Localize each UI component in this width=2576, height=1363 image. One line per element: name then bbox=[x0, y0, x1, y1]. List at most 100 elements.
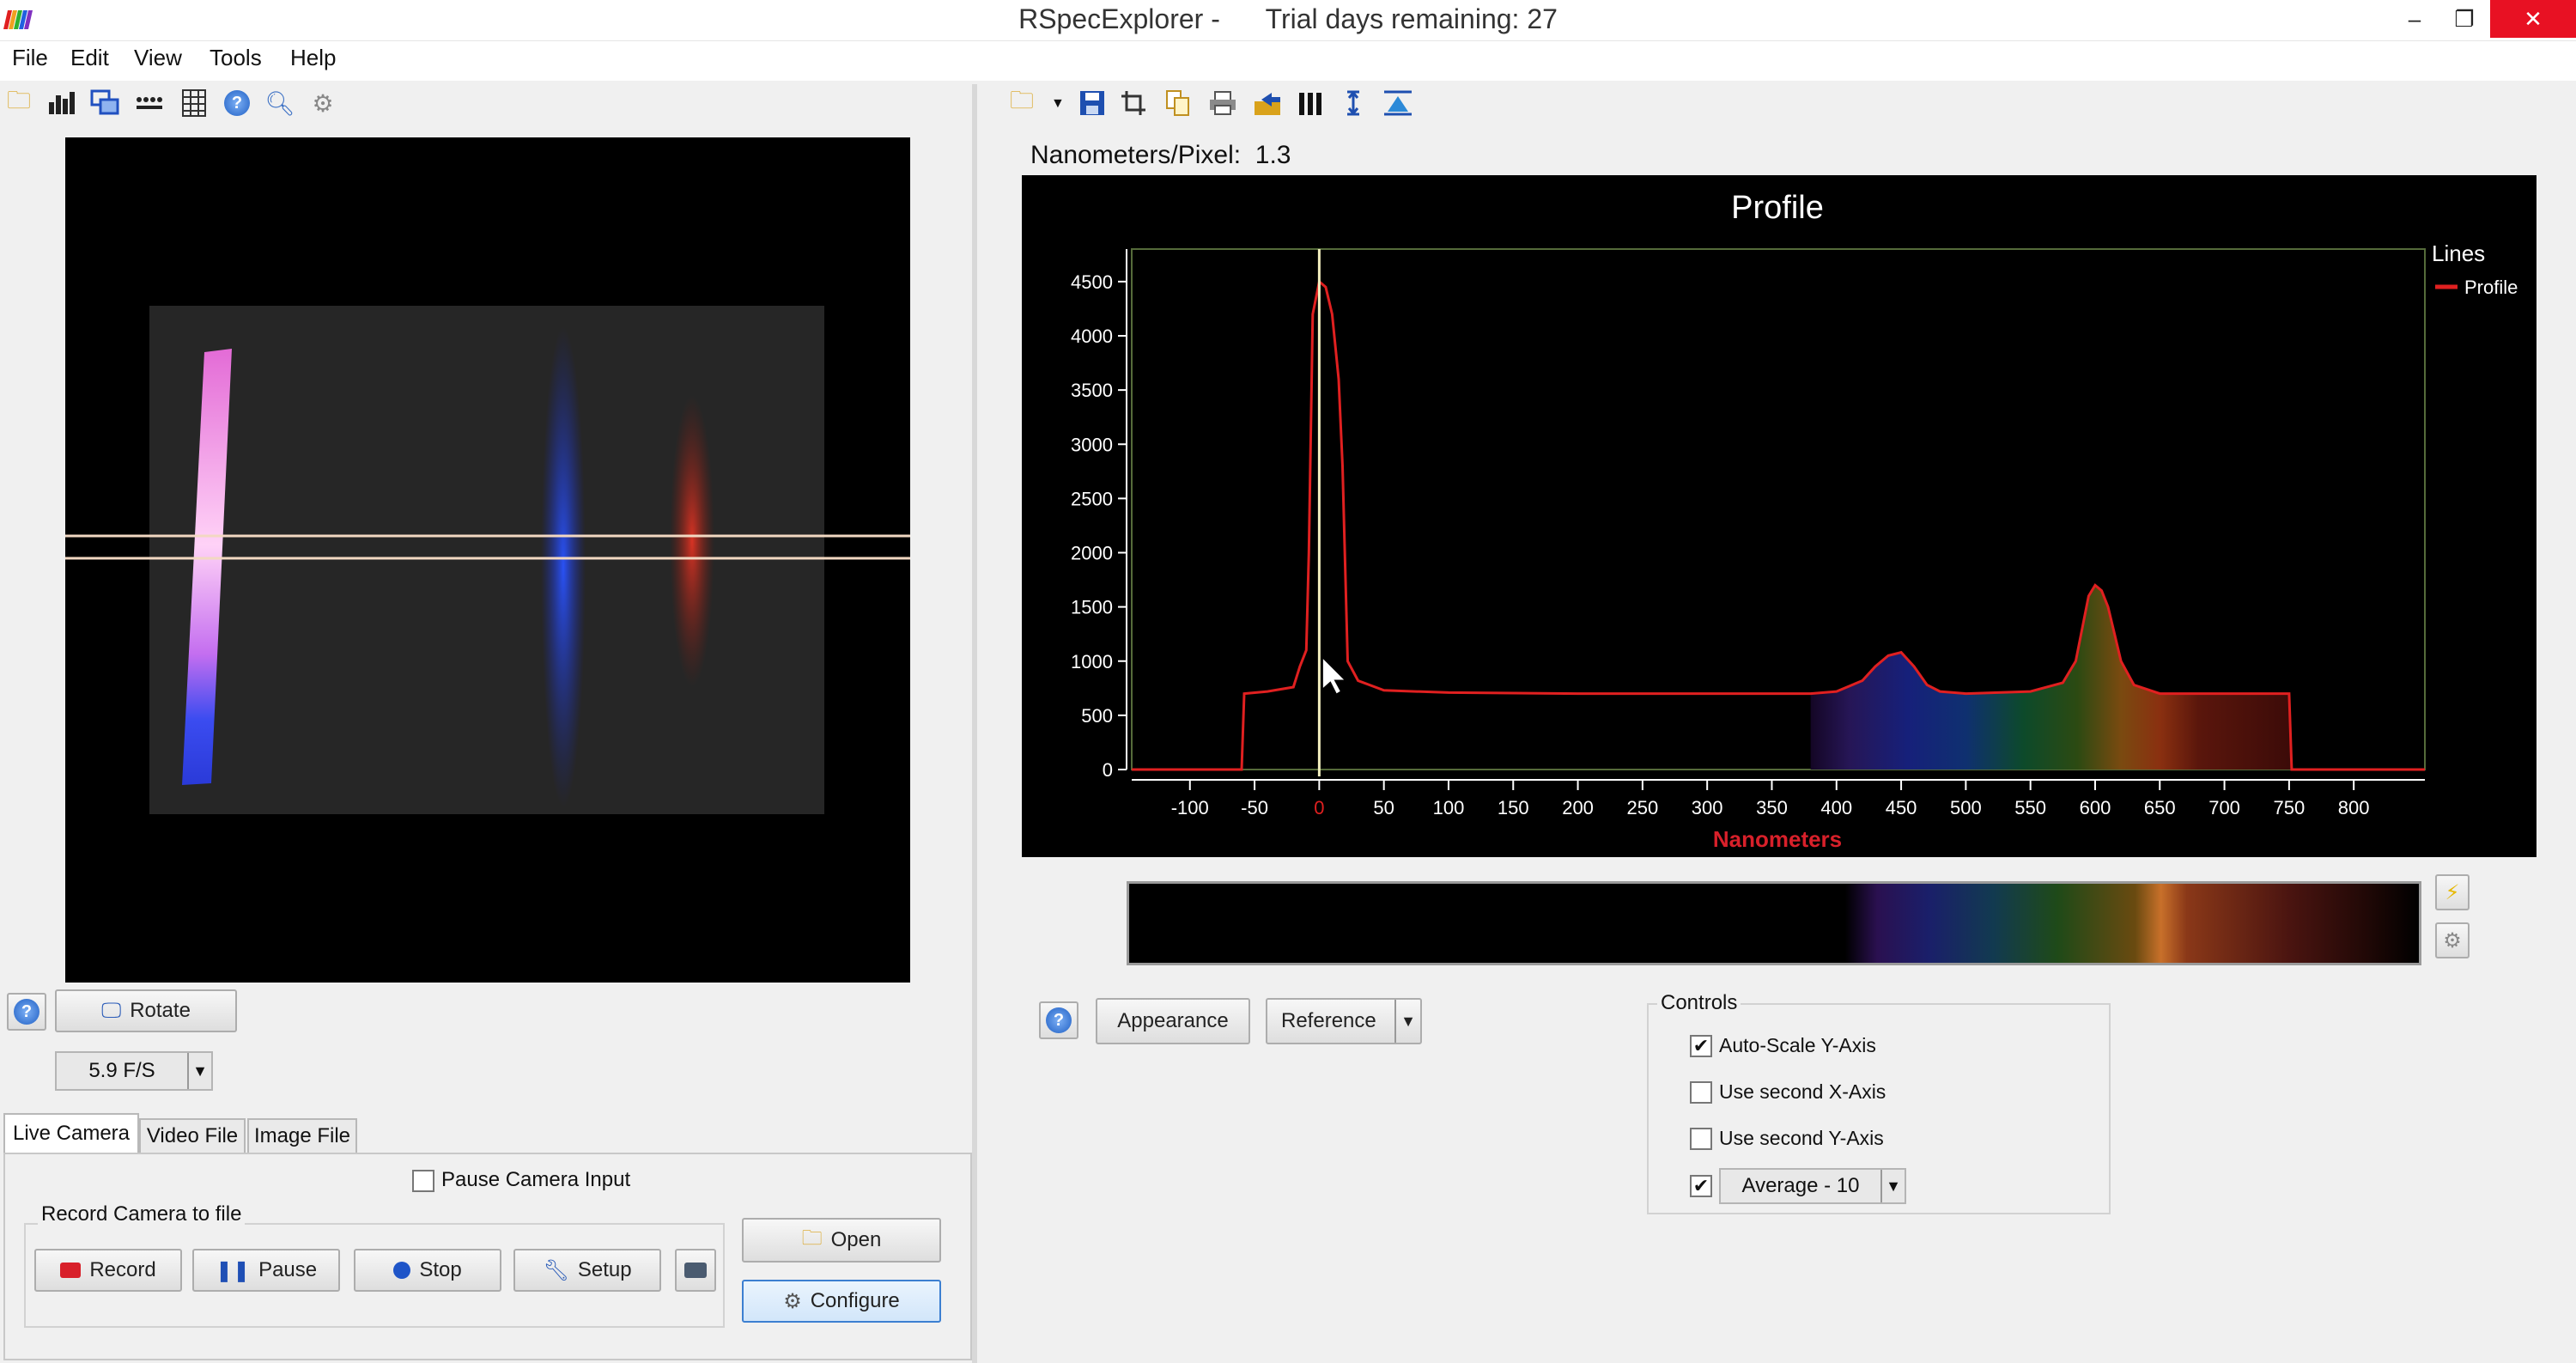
fps-select[interactable]: 5.9 F/S ▼ bbox=[55, 1051, 213, 1091]
strip-settings-button[interactable]: ⚙ bbox=[2435, 922, 2470, 958]
minimize-button[interactable]: – bbox=[2387, 0, 2442, 38]
help-icon: ? bbox=[1046, 1007, 1072, 1033]
y-tick-label: 4500 bbox=[1071, 271, 1113, 293]
y-tick-label: 2000 bbox=[1071, 543, 1113, 564]
menu-edit[interactable]: Edit bbox=[70, 45, 109, 71]
copy-icon[interactable] bbox=[1163, 88, 1194, 119]
open-button[interactable]: 🗀 Open bbox=[742, 1218, 941, 1263]
dots-icon[interactable] bbox=[134, 88, 165, 119]
open-label: Open bbox=[830, 1228, 882, 1251]
x-tick-label: 50 bbox=[1373, 797, 1394, 818]
chevron-down-icon: ▼ bbox=[187, 1053, 211, 1089]
configure-label: Configure bbox=[810, 1289, 900, 1312]
camera-preview[interactable] bbox=[65, 137, 910, 983]
nm-per-pixel-label: Nanometers/Pixel: 1.3 bbox=[1030, 141, 1291, 169]
pause-button[interactable]: ❚❚ Pause bbox=[192, 1249, 340, 1292]
grid-icon[interactable] bbox=[179, 88, 210, 119]
spectrum-strip bbox=[1127, 881, 2421, 965]
menu-help[interactable]: Help bbox=[290, 45, 336, 71]
auto-scale-y-label: Auto-Scale Y-Axis bbox=[1719, 1034, 1876, 1056]
gear-icon: ⚙ bbox=[783, 1289, 802, 1313]
help-icon[interactable]: ? bbox=[222, 88, 252, 119]
dropdown-icon[interactable]: ▼ bbox=[1051, 96, 1065, 112]
x-tick-label: 300 bbox=[1692, 797, 1723, 818]
controls-label: Controls bbox=[1657, 991, 1741, 1015]
columns-icon[interactable] bbox=[1295, 88, 1326, 119]
vertical-range-icon[interactable] bbox=[1338, 88, 1369, 119]
configure-button[interactable]: ⚙ Configure bbox=[742, 1280, 941, 1323]
open-folder-icon: 🗀 bbox=[801, 1226, 823, 1250]
x-tick-label: 600 bbox=[2080, 797, 2111, 818]
pause-icon: ❚❚ bbox=[215, 1258, 251, 1282]
appearance-button[interactable]: Appearance bbox=[1096, 998, 1250, 1044]
average-select[interactable]: Average - 10 ▼ bbox=[1719, 1168, 1906, 1204]
close-button[interactable]: ✕ bbox=[2490, 0, 2576, 38]
export-icon[interactable] bbox=[1252, 88, 1283, 119]
plot-area bbox=[1131, 248, 2426, 770]
y-tick-label: 500 bbox=[1081, 705, 1113, 727]
open-folder-icon[interactable]: 🗀 bbox=[3, 87, 34, 119]
tab-image-file[interactable]: Image File bbox=[247, 1118, 357, 1153]
average-value: Average - 10 bbox=[1741, 1174, 1860, 1197]
profile-chart[interactable]: Profile 0 500 1000 1500 2000 2500 3000 3500 4000… bbox=[1022, 175, 2537, 857]
x-axis-label: Nanometers bbox=[1713, 826, 1842, 852]
x-tick-label: 750 bbox=[2274, 797, 2306, 818]
settings-icon[interactable]: ⚙ bbox=[307, 88, 338, 119]
gear-icon: ⚙ bbox=[2443, 928, 2462, 952]
chart-icon[interactable] bbox=[46, 88, 77, 119]
legend-entry: Profile bbox=[2464, 277, 2518, 298]
x-tick-label: 800 bbox=[2338, 797, 2370, 818]
monitor-icon: 🖵 bbox=[101, 999, 122, 1022]
pause-camera-label: Pause Camera Input bbox=[441, 1168, 631, 1191]
y-tick-label: 1000 bbox=[1071, 651, 1113, 672]
camera-icon bbox=[684, 1263, 707, 1278]
record-button[interactable]: Record bbox=[34, 1249, 182, 1292]
save-icon[interactable] bbox=[1077, 88, 1108, 119]
rotate-button[interactable]: 🖵 Rotate bbox=[55, 989, 237, 1032]
x-tick-label: 700 bbox=[2208, 797, 2240, 818]
restore-button[interactable]: ❐ bbox=[2437, 0, 2492, 38]
wrench-icon: 🔧︎ bbox=[543, 1258, 569, 1282]
rotate-label: Rotate bbox=[130, 999, 191, 1022]
setup-label: Setup bbox=[577, 1258, 632, 1281]
auto-scale-y-checkbox[interactable]: ✔ bbox=[1690, 1035, 1712, 1057]
snapshot-button[interactable] bbox=[675, 1249, 716, 1292]
stop-button[interactable]: Stop bbox=[354, 1249, 501, 1292]
x-tick-label: 0 bbox=[1314, 797, 1324, 818]
x-tick-label: 150 bbox=[1498, 797, 1529, 818]
spectrum-help-button[interactable]: ? bbox=[1039, 1001, 1078, 1039]
camera-help-button[interactable]: ? bbox=[7, 993, 46, 1031]
average-checkbox[interactable]: ✔ bbox=[1690, 1175, 1712, 1197]
second-y-axis-checkbox[interactable] bbox=[1690, 1128, 1712, 1150]
menu-tools[interactable]: Tools bbox=[210, 45, 262, 71]
y-tick-label: 3000 bbox=[1071, 434, 1113, 455]
menu-view[interactable]: View bbox=[134, 45, 182, 71]
second-x-axis-checkbox[interactable] bbox=[1690, 1081, 1712, 1104]
pause-label: Pause bbox=[258, 1258, 318, 1281]
x-tick-label: -100 bbox=[1171, 797, 1209, 818]
x-tick-label: 400 bbox=[1820, 797, 1852, 818]
x-tick-label: 200 bbox=[1562, 797, 1594, 818]
fps-value: 5.9 F/S bbox=[88, 1059, 155, 1082]
copy-images-icon[interactable] bbox=[89, 88, 120, 119]
open-folder-icon[interactable]: 🗀 bbox=[1006, 87, 1037, 119]
tab-video-file[interactable]: Video File bbox=[139, 1118, 246, 1153]
menu-file[interactable]: File bbox=[12, 45, 48, 71]
x-tick-label: 250 bbox=[1627, 797, 1659, 818]
print-icon[interactable] bbox=[1207, 88, 1238, 119]
zoom-icon[interactable]: 🔍︎ bbox=[264, 88, 295, 119]
tab-live-camera[interactable]: Live Camera bbox=[3, 1113, 139, 1153]
lightning-button[interactable]: ⚡ bbox=[2435, 874, 2470, 910]
chart-title: Profile bbox=[1731, 190, 1824, 226]
crop-icon[interactable] bbox=[1118, 88, 1149, 119]
pause-camera-checkbox[interactable] bbox=[412, 1170, 434, 1192]
setup-button[interactable]: 🔧︎ Setup bbox=[513, 1249, 661, 1292]
record-group-label: Record Camera to file bbox=[38, 1202, 246, 1226]
x-tick-label: 550 bbox=[2014, 797, 2046, 818]
baseline-icon[interactable] bbox=[1382, 88, 1413, 119]
x-tick-label: 100 bbox=[1433, 797, 1465, 818]
reference-button[interactable]: Reference ▼ bbox=[1266, 998, 1422, 1044]
x-tick-label: -50 bbox=[1241, 797, 1268, 818]
record-icon bbox=[60, 1263, 82, 1278]
title-bar: RSpecExplorer - Trial days remaining: 27… bbox=[0, 0, 2576, 41]
